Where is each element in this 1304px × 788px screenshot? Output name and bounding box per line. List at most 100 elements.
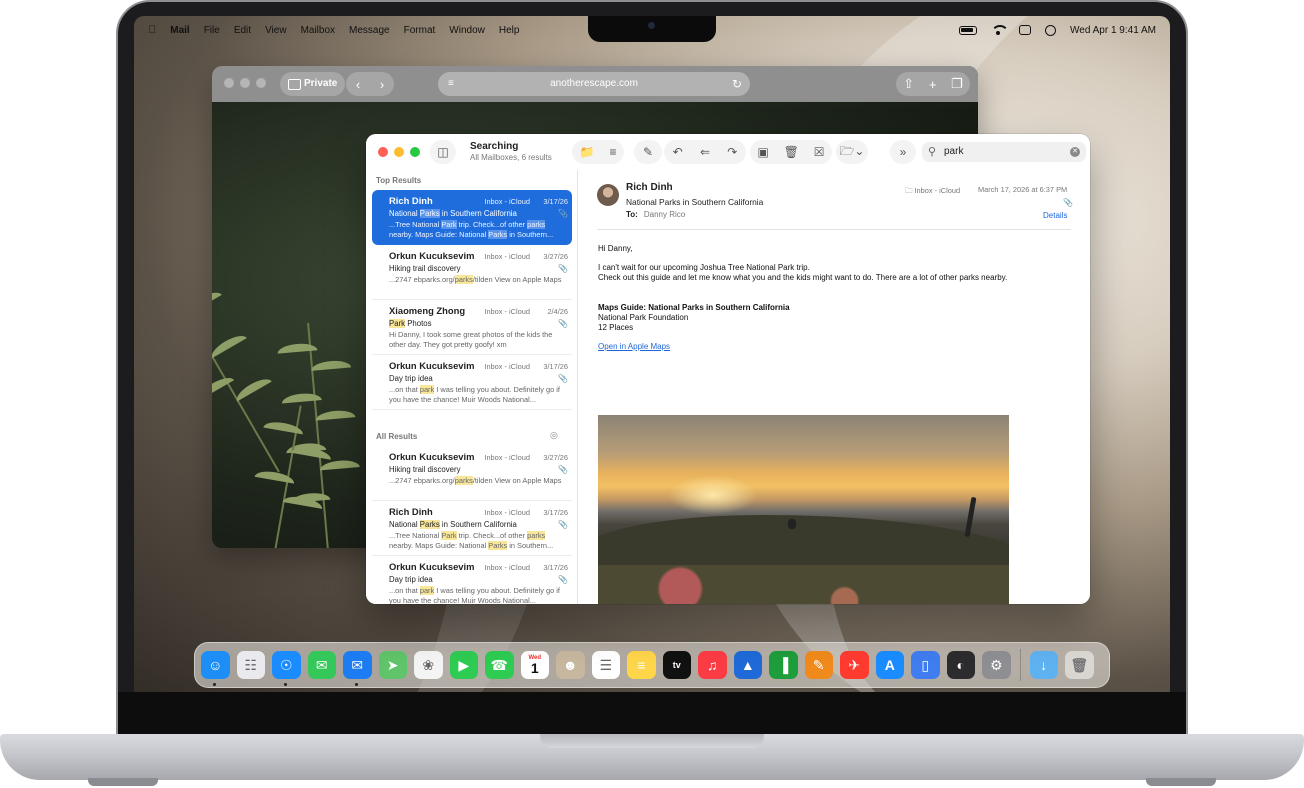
menu-item-window[interactable]: Window xyxy=(449,25,485,36)
message-mailbox: 🗀 Inbox - iCloud xyxy=(905,185,960,198)
menu-clock[interactable]: Wed Apr 1 9:41 AM xyxy=(1070,25,1156,36)
close-button[interactable] xyxy=(378,147,388,157)
menu-item-message[interactable]: Message xyxy=(349,25,390,36)
mail-icon[interactable]: ✉ xyxy=(343,650,372,687)
downloads-folder-icon[interactable]: ↓ xyxy=(1029,650,1058,680)
launchpad-icon[interactable]: ☷ xyxy=(236,650,265,680)
archive-icon[interactable]: ▣ xyxy=(757,145,768,159)
message-subject: National Parks in Southern California xyxy=(626,197,764,207)
app-store-icon[interactable]: A xyxy=(875,650,904,680)
list-item[interactable]: Xiaomeng Zhong Inbox - iCloud 2/4/26 Park P… xyxy=(372,300,572,355)
contacts-icon[interactable]: ☻ xyxy=(556,650,585,680)
zoom-button[interactable] xyxy=(410,147,420,157)
message-sender[interactable]: Rich Dinh xyxy=(626,182,673,193)
menu-item-help[interactable]: Help xyxy=(499,25,520,36)
sunset-photo[interactable] xyxy=(598,415,1009,604)
maps-icon[interactable]: ➤ xyxy=(378,650,407,680)
wifi-icon[interactable] xyxy=(991,25,1010,35)
apple-menu-icon[interactable]:  xyxy=(148,24,156,36)
list-item[interactable]: Orkun Kucuksevim Inbox - iCloud 3/27/26 Hik… xyxy=(372,446,572,501)
list-item[interactable]: Rich Dinh Inbox - iCloud 3/17/26 National P… xyxy=(372,190,572,245)
pages-icon[interactable]: ✎ xyxy=(804,650,833,680)
trash-icon[interactable]: 🗑 xyxy=(784,145,799,159)
more-toolbar-icon[interactable]: » xyxy=(890,140,916,164)
calendar-icon[interactable]: Wed 1 xyxy=(520,650,549,680)
attachment-icon: 📎 xyxy=(558,575,568,584)
reload-icon[interactable]: ↻ xyxy=(732,72,742,96)
forward-icon[interactable]: › xyxy=(380,77,384,92)
vision-icon[interactable]: ◐ xyxy=(946,650,975,680)
games-icon[interactable]: ✈ xyxy=(840,650,869,680)
tab-overview-icon[interactable]: ❐ xyxy=(951,76,963,92)
menu-item-mail[interactable]: Mail xyxy=(170,25,189,36)
control-center-icon[interactable] xyxy=(1019,25,1032,35)
numbers-icon[interactable]: ▐ xyxy=(769,650,798,680)
phone-icon[interactable]: ☎ xyxy=(485,650,514,680)
notes-icon[interactable]: ≡ xyxy=(627,650,656,680)
guide-place-count: 12 Places xyxy=(598,322,634,332)
music-icon[interactable]: ♫ xyxy=(698,650,727,680)
photos-icon[interactable]: ❀ xyxy=(414,650,443,680)
list-item[interactable]: Rich Dinh Inbox - iCloud 3/17/26 National P… xyxy=(372,501,572,556)
close-button[interactable] xyxy=(224,78,234,88)
messages-icon[interactable]: ✉ xyxy=(307,650,336,680)
address-bar[interactable]: ≡ anotherescape.com ↻ xyxy=(438,72,750,96)
message-preview: ...Tree National Park trip. Check...of o… xyxy=(389,220,554,239)
details-link[interactable]: Details xyxy=(1043,211,1067,220)
reminders-icon[interactable]: ☰ xyxy=(591,650,620,680)
filter-group: 📁 ≡ xyxy=(572,140,624,164)
sidebar-toggle-icon[interactable]: ◫ xyxy=(430,140,456,164)
tv-icon[interactable]: tv xyxy=(662,650,691,680)
system-settings-icon[interactable]: ⚙ xyxy=(982,650,1011,680)
private-sidebar-button[interactable]: Private xyxy=(280,72,346,96)
photo-person xyxy=(964,496,977,538)
message-sender: Xiaomeng Zhong xyxy=(389,305,466,316)
menu-item-mailbox[interactable]: Mailbox xyxy=(301,25,335,36)
list-item[interactable]: Orkun Kucuksevim Inbox - iCloud 3/17/26 Day… xyxy=(372,556,572,604)
attachment-icon: 📎 xyxy=(558,374,568,383)
menu-item-view[interactable]: View xyxy=(265,25,287,36)
desktop-screen:  Mail File Edit View Mailbox Message Fo… xyxy=(134,16,1170,692)
filter-icon[interactable]: ≡ xyxy=(609,145,616,159)
search-input[interactable]: park xyxy=(944,146,963,157)
list-item[interactable]: Orkun Kucuksevim Inbox - iCloud 3/17/26 Day… xyxy=(372,355,572,410)
new-folder-icon[interactable]: 📁 xyxy=(580,145,595,159)
safari-icon[interactable]: ☉ xyxy=(272,650,301,687)
fingerprint-filter-icon[interactable]: ◎ xyxy=(550,430,558,441)
battery-icon[interactable] xyxy=(959,25,978,35)
running-indicator xyxy=(355,683,358,687)
back-icon[interactable]: ‹ xyxy=(356,77,360,92)
search-field[interactable]: ⚲ park ✕ xyxy=(922,142,1086,162)
menu-item-format[interactable]: Format xyxy=(404,25,436,36)
keynote-icon[interactable]: ▲ xyxy=(733,650,762,680)
siri-icon[interactable] xyxy=(1045,24,1057,36)
laptop-chin xyxy=(118,692,1186,736)
list-item[interactable]: Orkun Kucuksevim Inbox - iCloud 3/27/26 Hik… xyxy=(372,245,572,300)
minimize-button[interactable] xyxy=(240,78,250,88)
forward-icon[interactable]: ↷ xyxy=(727,145,737,159)
page-menu-icon[interactable]: ≡ xyxy=(448,72,454,96)
open-in-apple-maps-link[interactable]: Open in Apple Maps xyxy=(598,342,670,351)
recipient-name[interactable]: Danny Rico xyxy=(644,210,685,219)
trash-icon[interactable]: 🗑 xyxy=(1065,650,1094,680)
menu-item-file[interactable]: File xyxy=(204,25,220,36)
share-icon[interactable]: ⇧ xyxy=(903,76,914,92)
clear-search-icon[interactable]: ✕ xyxy=(1070,147,1080,157)
facetime-icon[interactable]: ▶ xyxy=(449,650,478,680)
reply-icon[interactable]: ↶ xyxy=(673,145,683,159)
camera-notch xyxy=(588,16,716,42)
move-folder-icon[interactable]: 🗁⌄ xyxy=(836,140,868,164)
search-highlight: parks xyxy=(454,476,473,485)
search-highlight: park xyxy=(419,385,435,394)
iphone-mirroring-icon[interactable]: ▯ xyxy=(911,650,940,680)
compose-icon[interactable]: ✎ xyxy=(634,140,662,164)
new-tab-icon[interactable]: + xyxy=(929,77,937,92)
reply-all-icon[interactable]: ⇐ xyxy=(700,145,710,159)
finder-icon[interactable]: ☺ xyxy=(201,650,230,687)
menu-item-edit[interactable]: Edit xyxy=(234,25,251,36)
junk-icon[interactable]: ☒ xyxy=(814,145,825,159)
zoom-button[interactable] xyxy=(256,78,266,88)
mail-toolbar: ◫ Searching All Mailboxes, 6 results 📁 ≡… xyxy=(366,134,1090,170)
message-list[interactable]: Top Results All Results ◎ Rich Dinh Inbox… xyxy=(366,170,578,604)
minimize-button[interactable] xyxy=(394,147,404,157)
